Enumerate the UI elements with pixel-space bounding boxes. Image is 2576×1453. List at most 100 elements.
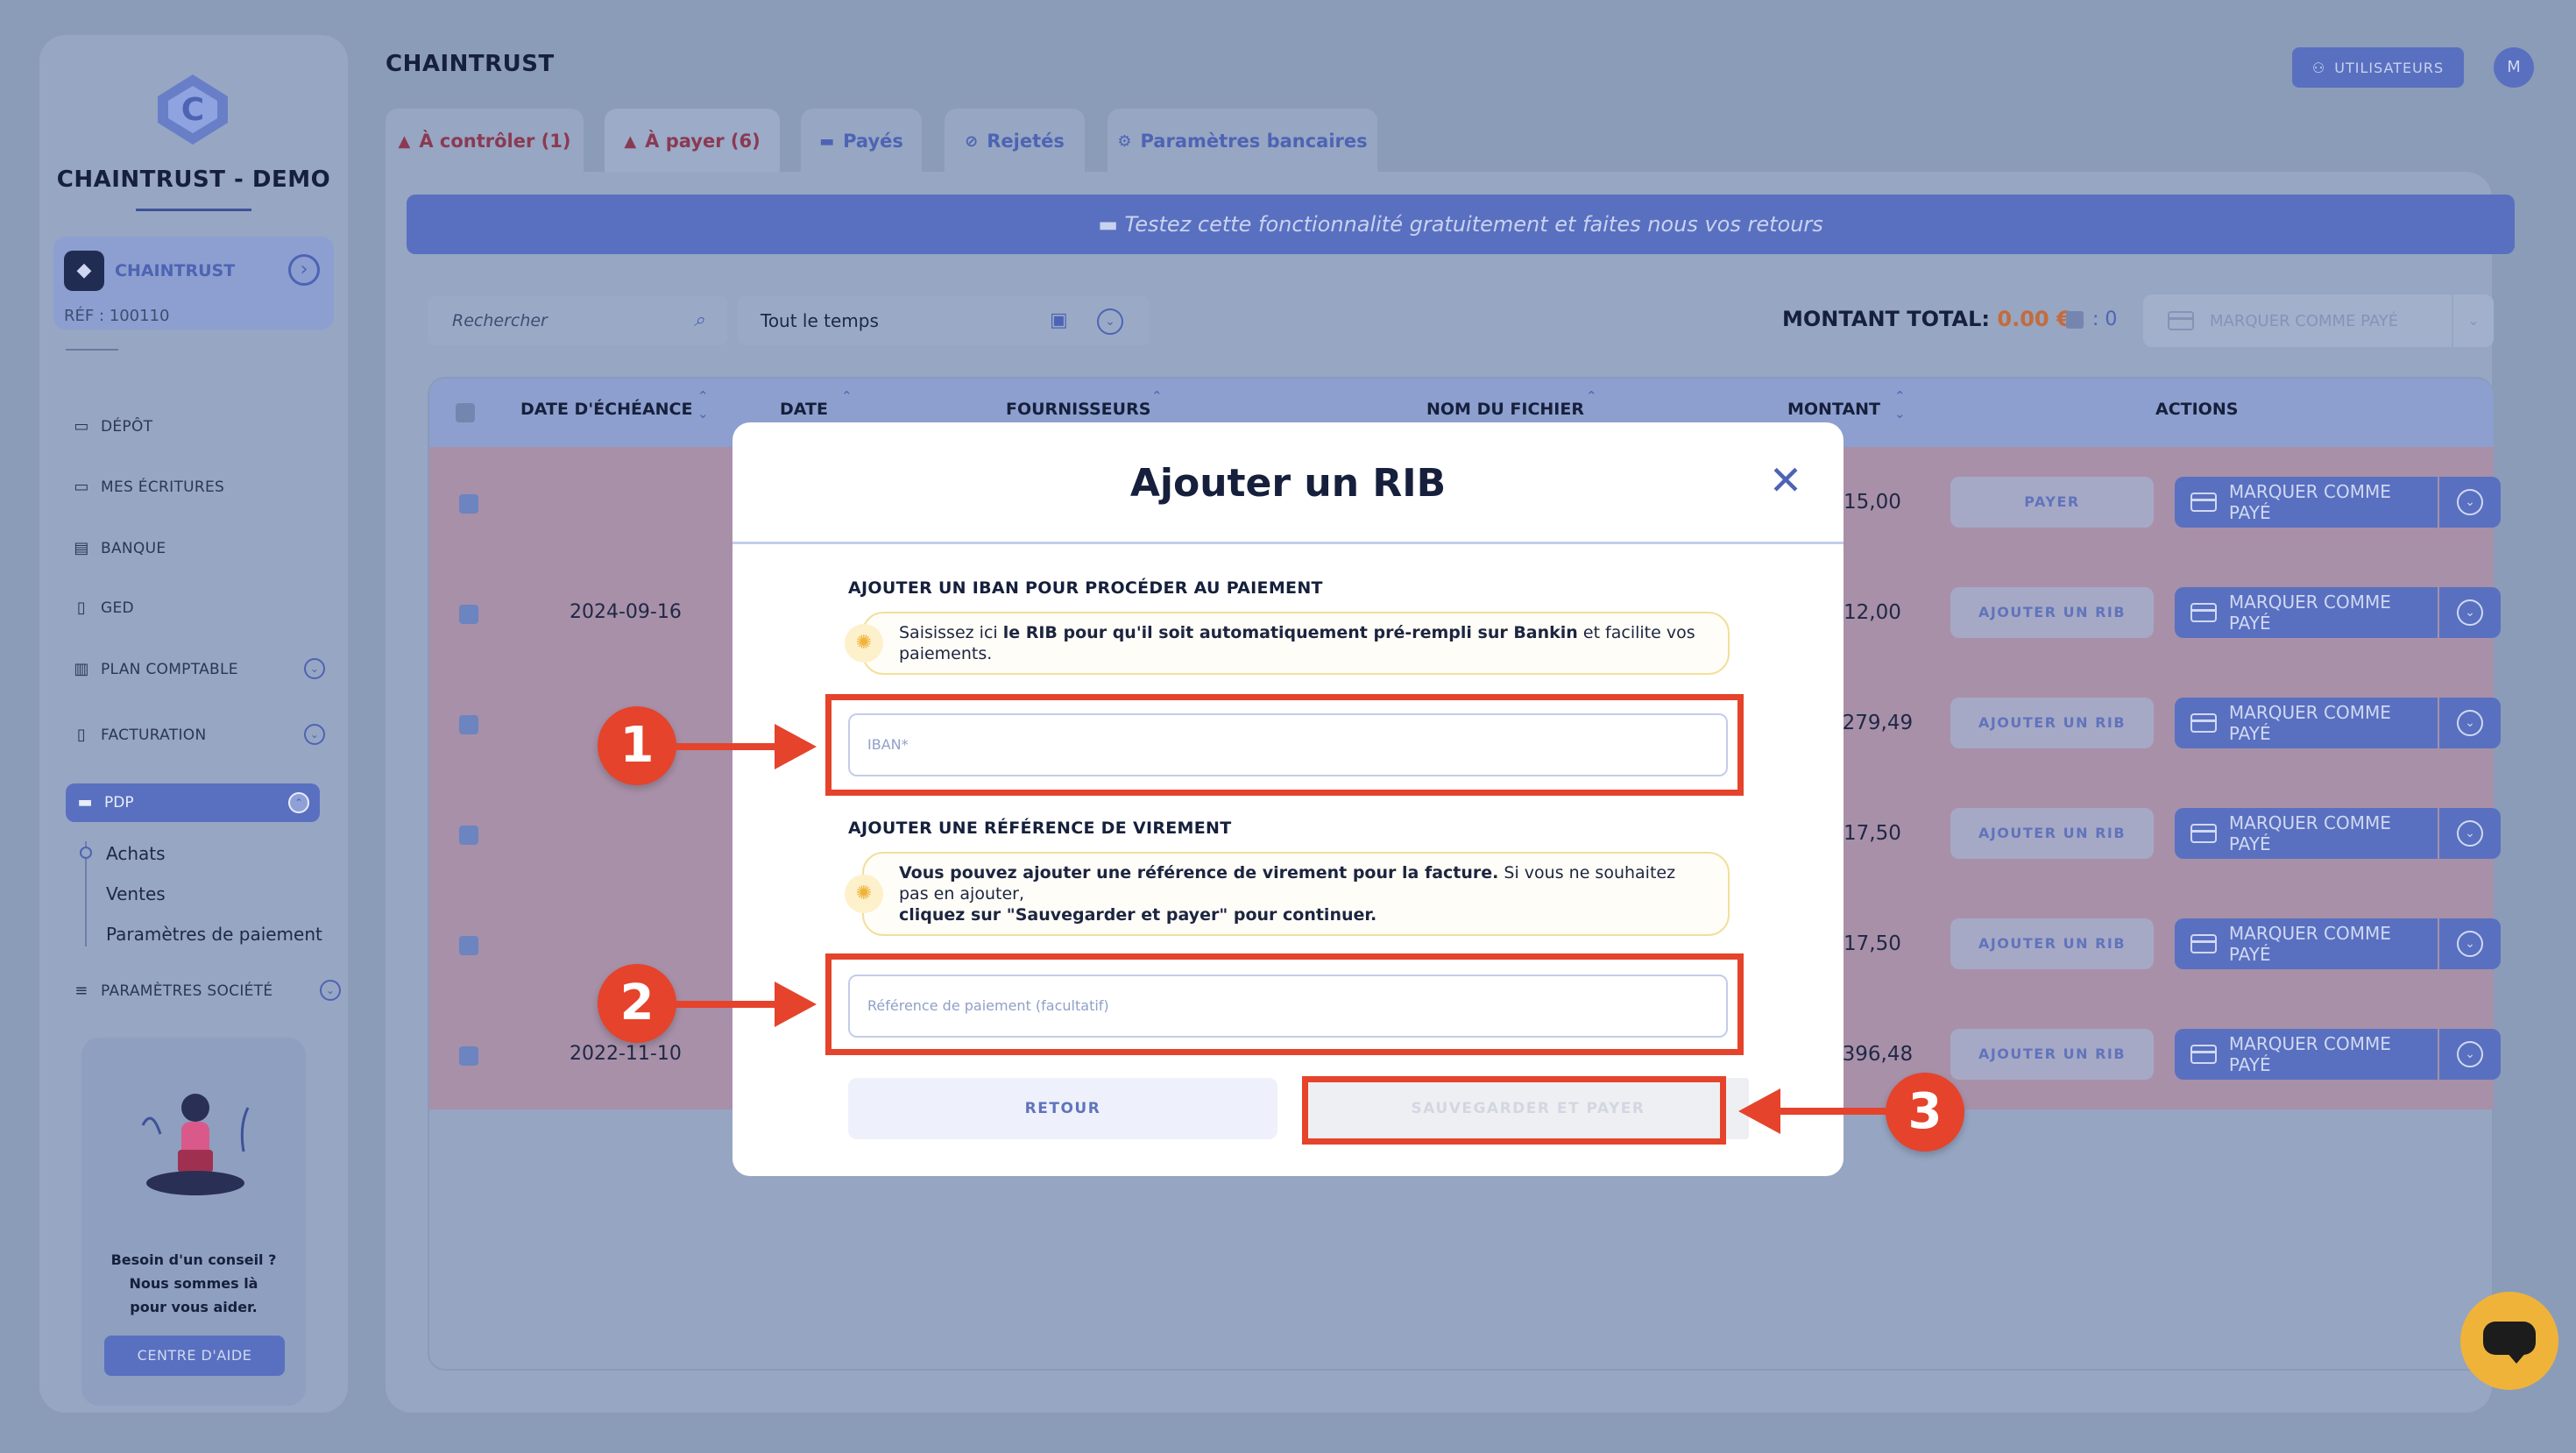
annotation-arrow-1 (673, 743, 778, 750)
chevron-down-icon: ⌄ (2457, 820, 2483, 847)
annotation-badge-2: 2 (598, 964, 676, 1043)
sort-icon[interactable]: ⌃ (1586, 387, 1597, 405)
tab-a-payer[interactable]: ▲ À payer (6) (605, 109, 780, 174)
help-center-button[interactable]: CENTRE D'AIDE (104, 1336, 285, 1376)
chevron-up-icon[interactable]: ⌃ (288, 792, 309, 813)
warning-icon: ▲ (624, 131, 637, 151)
mark-paid-dropdown[interactable]: ⌄ (2439, 918, 2501, 969)
user-avatar[interactable]: M (2494, 47, 2534, 88)
chevron-down-icon[interactable]: ⌄ (304, 724, 325, 745)
chevron-down-icon: ⌄ (2457, 489, 2483, 515)
sidebar-item-banque[interactable]: ▤ BANQUE (73, 531, 336, 566)
chat-button[interactable] (2460, 1292, 2558, 1390)
sidebar-item-depot[interactable]: ▭ DÉPÔT (73, 409, 336, 444)
chat-icon (2483, 1322, 2536, 1355)
chevron-down-icon: ⌄ (2457, 1041, 2483, 1067)
add-rib-button[interactable]: AJOUTER UN RIB (1950, 918, 2154, 969)
sort-icon[interactable]: ⌃ ⌄ (1894, 387, 1906, 422)
sidebar-item-ged[interactable]: ▯ GED (73, 591, 336, 626)
chevron-down-icon[interactable]: ⌄ (1097, 308, 1123, 335)
sidebar-item-label: GED (101, 599, 134, 617)
card-check-icon (2190, 713, 2217, 733)
column-header[interactable]: DATE D'ÉCHÉANCE (520, 400, 692, 419)
close-icon[interactable]: ✕ (1766, 460, 1805, 500)
mark-paid-button[interactable]: MARQUER COMME PAYÉ (2175, 808, 2438, 859)
mark-paid-button[interactable]: MARQUER COMME PAYÉ (2175, 587, 2438, 638)
ban-icon: ⊘ (965, 131, 979, 151)
sidebar-item-pdp[interactable]: ▬ PDP ⌃ (66, 783, 320, 822)
mark-paid-bulk-button[interactable]: MARQUER COMME PAYÉ (2143, 294, 2494, 347)
sidebar-item-label: PLAN COMPTABLE (101, 661, 238, 678)
mark-paid-dropdown[interactable]: ⌄ (2439, 587, 2501, 638)
card-check-icon (2190, 603, 2217, 622)
calendar-search-icon[interactable]: ▣ (1050, 308, 1074, 333)
checkbox-icon (2066, 310, 2084, 329)
sidebar-item-label: FACTURATION (101, 726, 207, 744)
back-button[interactable]: RETOUR (848, 1078, 1277, 1139)
account-card[interactable]: ◆ CHAINTRUST › RÉF : 100110 (53, 237, 334, 330)
sort-icon[interactable]: ⌃ ⌄ (697, 387, 709, 422)
search-input[interactable]: Rechercher ⌕ (428, 296, 727, 345)
chevron-down-icon[interactable]: ⌄ (304, 658, 325, 679)
chevron-down-icon[interactable]: ⌄ (2452, 294, 2494, 347)
sidebar-item-parametres-societe[interactable]: ≡ PARAMÈTRES SOCIÉTÉ ⌄ (73, 974, 341, 1009)
column-header[interactable]: FOURNISSEURS (1006, 400, 1150, 419)
tab-rejetes[interactable]: ⊘ Rejetés (945, 109, 1085, 174)
annotation-arrow-head-2 (775, 982, 817, 1027)
mark-paid-dropdown[interactable]: ⌄ (2439, 1029, 2501, 1080)
sidebar-item-label: BANQUE (101, 540, 166, 557)
mark-paid-button[interactable]: MARQUER COMME PAYÉ (2175, 918, 2438, 969)
sort-icon[interactable]: ⌃ (1151, 387, 1163, 405)
users-icon: ⚇ (2311, 59, 2326, 76)
add-rib-button[interactable]: AJOUTER UN RIB (1950, 587, 2154, 638)
mark-paid-button[interactable]: MARQUER COMME PAYÉ (2175, 698, 2438, 748)
mark-paid-button[interactable]: MARQUER COMME PAYÉ (2175, 1029, 2438, 1080)
row-checkbox[interactable] (459, 826, 478, 845)
subnav-ventes[interactable]: Ventes (106, 883, 166, 904)
subnav-achats[interactable]: Achats (106, 843, 166, 864)
select-all-checkbox[interactable] (456, 403, 475, 422)
sidebar-item-label: PARAMÈTRES SOCIÉTÉ (101, 982, 273, 1000)
folder-icon: ▭ (74, 478, 89, 496)
add-rib-button[interactable]: AJOUTER UN RIB (1950, 1029, 2154, 1080)
tab-parametres-bancaires[interactable]: ⚙ Paramètres bancaires (1108, 109, 1377, 174)
sidebar: C CHAINTRUST - DEMO ◆ CHAINTRUST › RÉF :… (39, 35, 348, 1413)
mark-paid-button[interactable]: MARQUER COMME PAYÉ (2175, 477, 2438, 528)
users-button[interactable]: ⚇ UTILISATEURS (2292, 47, 2464, 88)
mark-paid-dropdown[interactable]: ⌄ (2439, 698, 2501, 748)
warning-icon: ▲ (398, 131, 411, 151)
card-check-icon (2190, 824, 2217, 843)
column-header[interactable]: NOM DU FICHIER (1426, 400, 1584, 419)
page-title: CHAINTRUST (386, 51, 555, 77)
add-rib-button[interactable]: AJOUTER UN RIB (1950, 808, 2154, 859)
sort-icon[interactable]: ⌃ (841, 387, 853, 405)
chat-icon-tail (2506, 1351, 2527, 1364)
mark-paid-dropdown[interactable]: ⌄ (2439, 808, 2501, 859)
amount: 15,00 (1844, 491, 1901, 514)
document-icon: ▯ (76, 599, 87, 617)
tab-payes[interactable]: ▬ Payés (801, 109, 922, 174)
pay-button[interactable]: PAYER (1950, 477, 2154, 528)
sidebar-item-plan-comptable[interactable]: ▥ PLAN COMPTABLE ⌄ (73, 652, 336, 687)
company-underline (136, 209, 251, 211)
amount: 17,50 (1844, 822, 1901, 845)
sidebar-item-ecritures[interactable]: ▭ MES ÉCRITURES (73, 470, 336, 505)
row-checkbox[interactable] (459, 936, 478, 955)
sidebar-item-facturation[interactable]: ▯ FACTURATION ⌄ (73, 718, 336, 753)
chevron-right-icon[interactable]: › (288, 254, 320, 286)
row-checkbox[interactable] (459, 715, 478, 734)
column-header[interactable]: DATE (780, 400, 828, 419)
chevron-down-icon[interactable]: ⌄ (320, 980, 341, 1001)
card-icon: ▬ (819, 131, 835, 151)
help-text: Besoin d'un conseil ? Nous sommes là pou… (110, 1251, 277, 1315)
chevron-down-icon: ⌄ (2457, 931, 2483, 957)
mark-paid-dropdown[interactable]: ⌄ (2439, 477, 2501, 528)
row-checkbox[interactable] (459, 1046, 478, 1066)
period-select[interactable]: Tout le temps ▣ ⌄ (738, 296, 1150, 345)
subnav-parametres-paiement[interactable]: Paramètres de paiement (106, 924, 322, 945)
row-checkbox[interactable] (459, 494, 478, 514)
tab-a-controler[interactable]: ▲ À contrôler (1) (386, 109, 584, 174)
column-header[interactable]: MONTANT (1787, 400, 1880, 419)
add-rib-button[interactable]: AJOUTER UN RIB (1950, 698, 2154, 748)
row-checkbox[interactable] (459, 605, 478, 624)
